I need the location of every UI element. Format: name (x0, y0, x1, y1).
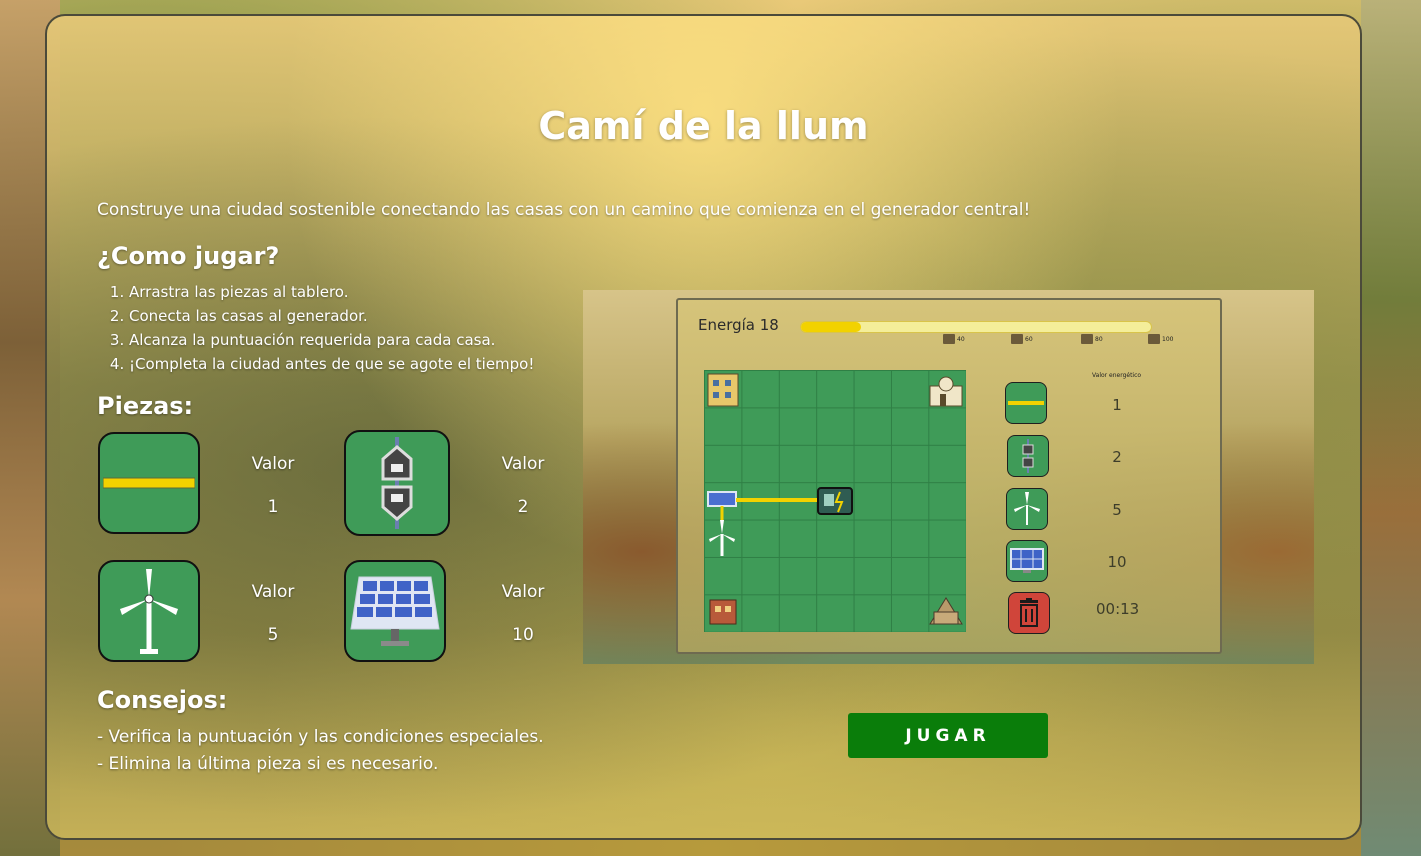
energy-bar-fill (801, 322, 861, 332)
tips-list: - Verifica la puntuación y las condicion… (97, 724, 544, 778)
wind-turbine-icon (1014, 492, 1040, 525)
pieces-heading: Piezas: (97, 392, 194, 420)
temple-icon (929, 597, 963, 625)
piece-value: 5 (267, 625, 279, 645)
solar-panel-icon (1010, 548, 1044, 573)
energy-bar (800, 321, 1152, 333)
cable-icon (736, 498, 818, 502)
how-to-play-heading: ¿Como jugar? (97, 242, 280, 270)
piece-solar-panel (344, 560, 446, 662)
piece-cable (98, 432, 200, 534)
connector-icon (1022, 439, 1034, 473)
intro-panel: Camí de la llum Construye una ciudad sos… (45, 14, 1362, 840)
tool-value: 2 (1112, 448, 1122, 466)
trash-icon (1020, 598, 1038, 627)
cable-icon (103, 477, 195, 489)
page-title: Camí de la llum (538, 104, 869, 148)
game-preview-image: Energía 18 40 60 80 100 Valor energético… (583, 290, 1314, 664)
piece-connector (344, 430, 450, 536)
house-icon (1081, 334, 1093, 344)
background-scene-right (1361, 0, 1421, 856)
tip-item: - Elimina la última pieza si es necesari… (97, 754, 439, 774)
piece-value: 2 (517, 497, 529, 517)
milestone-60: 60 (1011, 334, 1033, 344)
milestone-100: 100 (1148, 334, 1173, 344)
step-item: Arrastra las piezas al tablero. (129, 280, 534, 304)
board-pieces (707, 373, 963, 625)
house-icon (943, 334, 955, 344)
wind-turbine-icon (709, 520, 735, 556)
tool-value: 5 (1112, 501, 1122, 519)
intro-text: Construye una ciudad sostenible conectan… (97, 200, 1031, 220)
house-icon (1011, 334, 1023, 344)
energy-label: Energía 18 (698, 316, 779, 334)
step-item: Conecta las casas al generador. (129, 304, 534, 328)
connector-icon (381, 437, 413, 529)
tips-heading: Consejos: (97, 686, 228, 714)
game-preview-frame: Energía 18 40 60 80 100 Valor energético… (676, 298, 1222, 654)
house-icon (1148, 334, 1160, 344)
milestone-40: 40 (943, 334, 965, 344)
generator-icon (817, 487, 853, 515)
game-board (704, 370, 966, 632)
step-item: Alcanza la puntuación requerida para cad… (129, 328, 534, 352)
milestone-80: 80 (1081, 334, 1103, 344)
tool-cable-button[interactable] (1005, 382, 1047, 424)
house-icon (707, 373, 739, 407)
tool-value: 10 (1107, 553, 1127, 571)
piece-value-label: Valor (501, 582, 545, 602)
piece-value: 1 (267, 497, 279, 517)
wind-turbine-icon (120, 569, 178, 654)
delete-button[interactable] (1008, 592, 1050, 634)
step-item: ¡Completa la ciudad antes de que se agot… (129, 352, 534, 376)
timer: 00:13 (1096, 600, 1140, 618)
solar-panel-icon (350, 576, 440, 646)
piece-value: 10 (512, 625, 534, 645)
house-icon (709, 599, 737, 625)
tool-solar-panel-button[interactable] (1006, 540, 1048, 582)
tool-value: 1 (1112, 396, 1122, 414)
tip-item: - Verifica la puntuación y las condicion… (97, 727, 544, 747)
tool-wind-turbine-button[interactable] (1006, 488, 1048, 530)
piece-wind-turbine (98, 560, 200, 662)
play-button[interactable]: JUGAR (848, 713, 1048, 758)
tool-connector-button[interactable] (1007, 435, 1049, 477)
palace-icon (929, 376, 963, 407)
piece-value-label: Valor (251, 454, 295, 474)
energy-value-label: Valor energético (1092, 372, 1142, 379)
how-to-play-steps: Arrastra las piezas al tablero. Conecta … (97, 280, 534, 376)
solar-panel-icon (707, 491, 737, 507)
cable-icon (1008, 401, 1044, 405)
piece-value-label: Valor (501, 454, 545, 474)
piece-value-label: Valor (251, 582, 295, 602)
